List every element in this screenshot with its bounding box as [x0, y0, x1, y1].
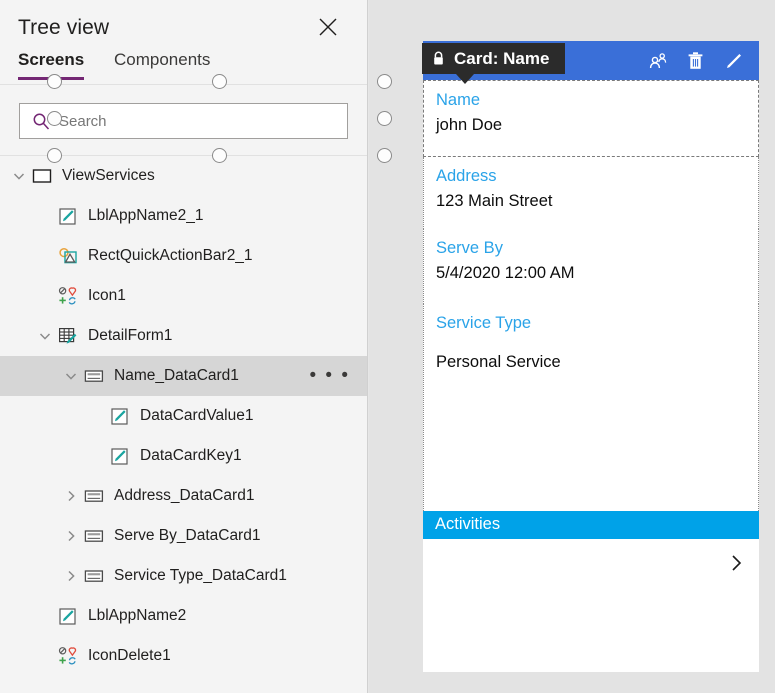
- tree-item-label: ViewServices: [62, 167, 155, 184]
- selection-toolbar-icons: [648, 41, 753, 80]
- icons-grid-icon: [56, 645, 80, 667]
- chevron-down-icon[interactable]: [8, 169, 30, 183]
- close-icon[interactable]: [315, 14, 341, 40]
- card-tooltip-pointer: [456, 74, 474, 84]
- bottom-blank-panel: [423, 582, 759, 672]
- data-card-name[interactable]: Name john Doe: [423, 80, 759, 157]
- tab-components[interactable]: Components: [114, 50, 210, 77]
- label-icon: [108, 445, 132, 467]
- selection-handle[interactable]: [212, 148, 227, 163]
- datacard-icon: [82, 365, 106, 387]
- data-card-key: Address: [436, 167, 497, 185]
- icons-grid-icon: [56, 285, 80, 307]
- chevron-right-icon[interactable]: [60, 529, 82, 543]
- card-tooltip-label: Card: Name: [454, 48, 550, 68]
- tree-item-datacardkey1[interactable]: DataCardKey1: [0, 436, 367, 476]
- label-icon: [56, 605, 80, 627]
- tree-item-label: Address_DataCard1: [114, 487, 255, 504]
- chevron-down-icon[interactable]: [34, 329, 56, 343]
- shapes-icon: [56, 245, 80, 267]
- selection-handle[interactable]: [47, 111, 62, 126]
- tree-item-label: DataCardValue1: [140, 407, 254, 424]
- trash-icon[interactable]: [686, 51, 705, 71]
- selection-handle[interactable]: [212, 74, 227, 89]
- tree-item-label: Icon1: [88, 287, 126, 304]
- selection-handle[interactable]: [47, 74, 62, 89]
- data-card-address[interactable]: Address 123 Main Street: [423, 157, 759, 229]
- tree-item-icondelete1[interactable]: IconDelete1: [0, 636, 367, 676]
- tree-item-address-datacard1[interactable]: Address_DataCard1: [0, 476, 367, 516]
- tree-view-panel: Tree view Screens Components ViewService…: [0, 0, 368, 693]
- tree-item-label: RectQuickActionBar2_1: [88, 247, 253, 264]
- pencil-edit-icon[interactable]: [723, 50, 745, 72]
- page-title: Tree view: [18, 16, 110, 39]
- selection-handle[interactable]: [47, 148, 62, 163]
- activities-gallery-row[interactable]: [423, 539, 759, 586]
- data-card-value: 5/4/2020 12:00 AM: [436, 264, 575, 282]
- tree-item-label: Name_DataCard1: [114, 367, 239, 384]
- tree-item-name-datacard1[interactable]: Name_DataCard1 • • •: [0, 356, 367, 396]
- data-card-value: john Doe: [436, 116, 503, 134]
- tree-item-label: LblAppName2: [88, 607, 187, 624]
- tree-list: ViewServices LblAppName2_1 RectQuickAction…: [0, 156, 367, 676]
- app-canvas: Name john Doe Address 123 Main Street Serve …: [47, 0, 775, 693]
- card-tooltip: Card: Name: [422, 43, 566, 74]
- tree-item-service-type-datacard1[interactable]: Service Type_DataCard1: [0, 556, 367, 596]
- tree-item-detailform1[interactable]: DetailForm1: [0, 316, 367, 356]
- panel-header: Tree view: [0, 0, 367, 50]
- label-icon: [108, 405, 132, 427]
- screen-icon: [30, 165, 54, 187]
- data-card-service-type[interactable]: Service Type Personal Service: [423, 304, 759, 511]
- detail-form: Name john Doe Address 123 Main Street Serve …: [423, 80, 759, 586]
- tree-item-lblappname2[interactable]: LblAppName2: [0, 596, 367, 636]
- tree-item-label: DataCardKey1: [140, 447, 242, 464]
- row-more-options-button[interactable]: • • •: [309, 366, 350, 385]
- chevron-right-icon[interactable]: [60, 569, 82, 583]
- tree-item-label: DetailForm1: [88, 327, 173, 344]
- search-input[interactable]: [59, 112, 319, 130]
- tree-item-label: Service Type_DataCard1: [114, 567, 287, 584]
- chevron-right-icon[interactable]: [60, 489, 82, 503]
- tree-item-label: IconDelete1: [88, 647, 171, 664]
- chevron-right-icon[interactable]: [728, 552, 745, 574]
- data-card-key: Service Type: [436, 314, 532, 332]
- tree-item-lblappname2-1[interactable]: LblAppName2_1: [0, 196, 367, 236]
- data-card-serve-by[interactable]: Serve By 5/4/2020 12:00 AM: [423, 229, 759, 304]
- tree-item-icon1[interactable]: Icon1: [0, 276, 367, 316]
- label-icon: [56, 205, 80, 227]
- tree-item-label: Serve By_DataCard1: [114, 527, 261, 544]
- data-card-value: Personal Service: [436, 353, 561, 371]
- lock-icon: [432, 51, 445, 66]
- tree-item-datacardvalue1[interactable]: DataCardValue1: [0, 396, 367, 436]
- activities-header: Activities: [423, 511, 759, 539]
- tree-item-label: LblAppName2_1: [88, 207, 204, 224]
- tree-item-serve-by-datacard1[interactable]: Serve By_DataCard1: [0, 516, 367, 556]
- data-card-key: Name: [436, 91, 481, 109]
- form-icon: [56, 325, 80, 347]
- data-card-key: Serve By: [436, 239, 503, 257]
- selection-handle[interactable]: [377, 148, 392, 163]
- share-people-icon[interactable]: [648, 51, 668, 71]
- datacard-icon: [82, 565, 106, 587]
- data-card-value: 123 Main Street: [436, 192, 553, 210]
- selection-handle[interactable]: [377, 111, 392, 126]
- tree-item-rectquickactionbar2-1[interactable]: RectQuickActionBar2_1: [0, 236, 367, 276]
- chevron-down-icon[interactable]: [60, 369, 82, 383]
- datacard-icon: [82, 485, 106, 507]
- datacard-icon: [82, 525, 106, 547]
- selection-handle[interactable]: [377, 74, 392, 89]
- search-box[interactable]: [19, 103, 348, 139]
